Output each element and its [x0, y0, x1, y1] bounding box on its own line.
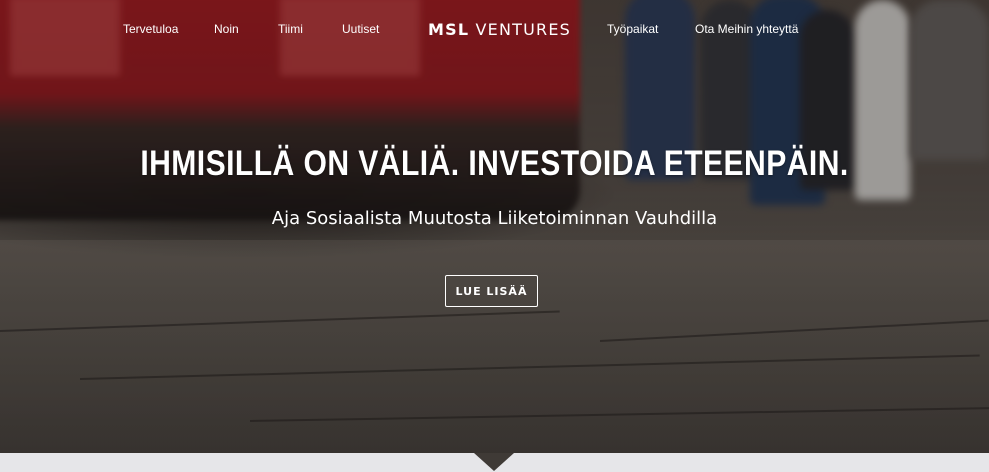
- brand-logo-bold: MSL: [428, 20, 470, 39]
- brand-logo-rest: VENTURES: [469, 20, 572, 39]
- nav-link-uutiset[interactable]: Uutiset: [342, 22, 379, 36]
- nav-link-tyopaikat[interactable]: Työpaikat: [607, 22, 658, 36]
- hero-subheadline: Aja Sosiaalista Muutosta Liiketoiminnan …: [271, 208, 718, 229]
- read-more-button[interactable]: LUE LISÄÄ: [445, 275, 538, 307]
- brand-logo[interactable]: MSL VENTURES: [428, 20, 571, 39]
- down-triangle-icon: [474, 453, 514, 471]
- nav-link-tervetuloa[interactable]: Tervetuloa: [123, 22, 178, 36]
- top-navigation: Tervetuloa Noin Tiimi Uutiset MSL VENTUR…: [0, 0, 989, 60]
- nav-link-tiimi[interactable]: Tiimi: [278, 22, 303, 36]
- nav-link-ota-meihin-yhteytta[interactable]: Ota Meihin yhteyttä: [695, 22, 798, 36]
- nav-link-noin[interactable]: Noin: [214, 22, 239, 36]
- hero-headline: IHMISILLÄ ON VÄLIÄ. INVESTOIDA ETEENPÄIN…: [140, 144, 849, 183]
